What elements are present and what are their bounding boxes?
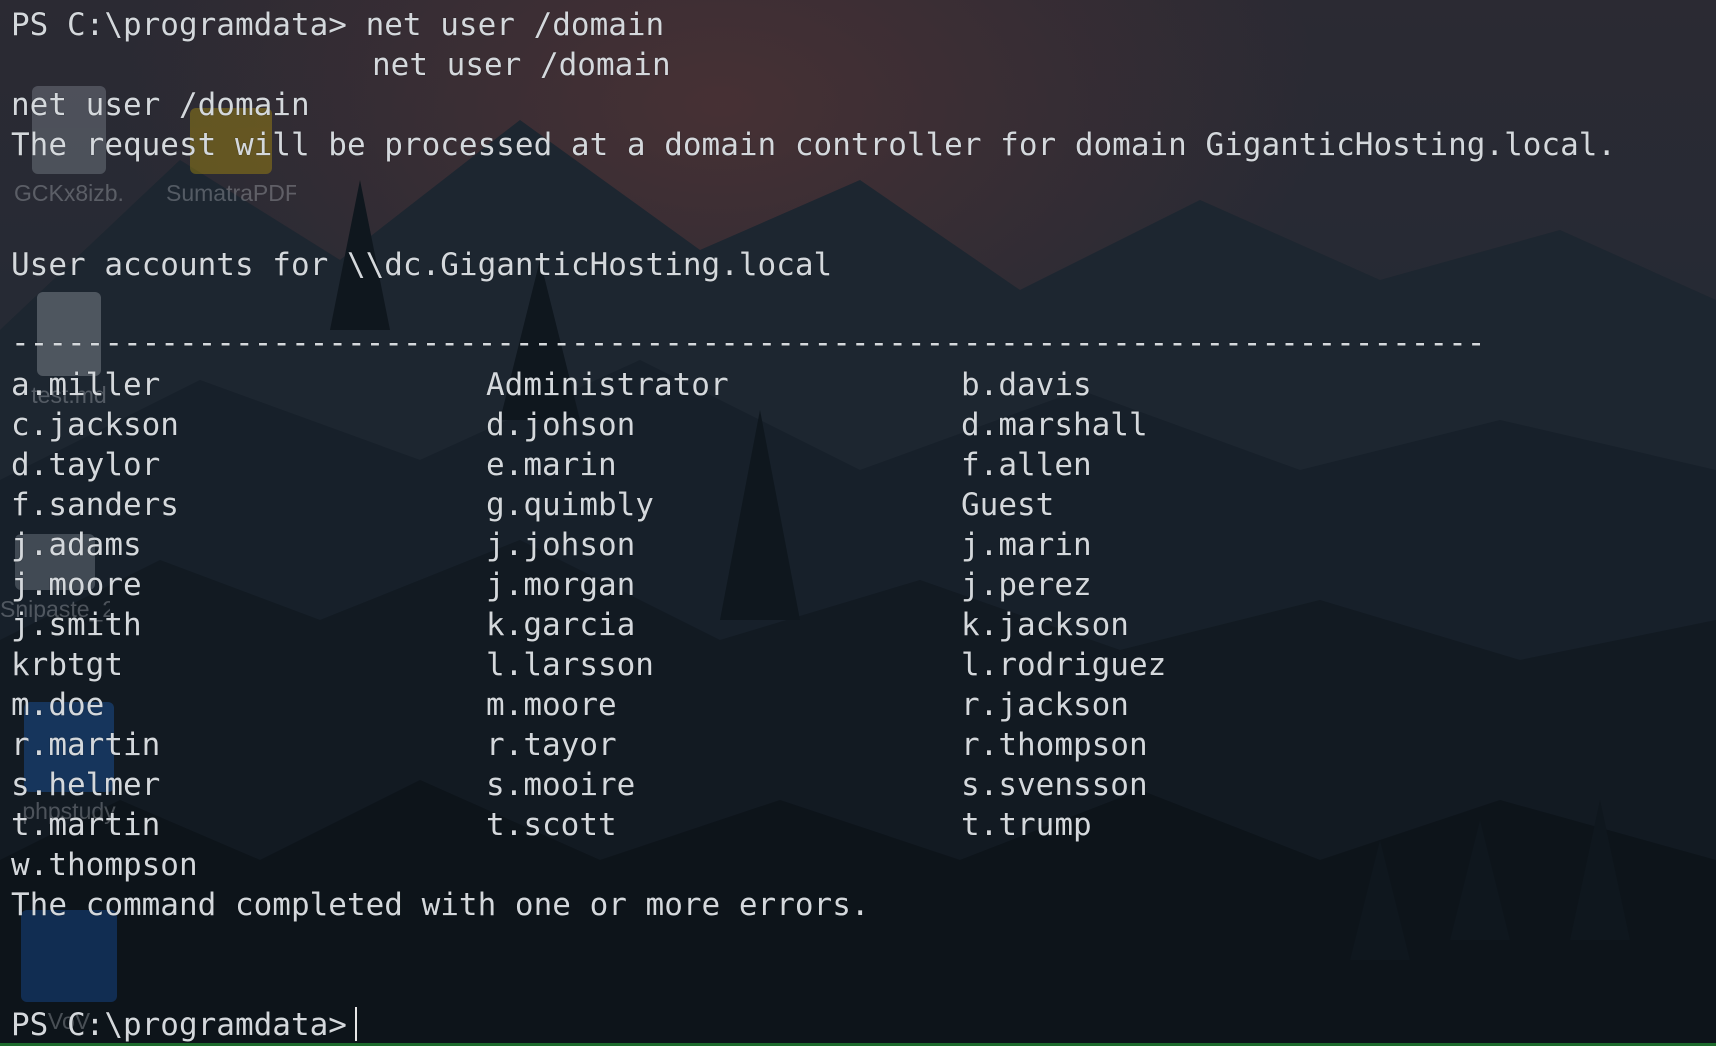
user-account-entry: f.allen — [961, 447, 1092, 483]
user-account-entry: g.quimbly — [486, 487, 654, 523]
user-account-entry: t.scott — [486, 807, 617, 843]
completion-line: The command completed with one or more e… — [11, 887, 870, 923]
echo-line: net user /domain — [11, 87, 310, 123]
user-account-entry: j.moore — [11, 567, 142, 603]
user-account-entry: m.doe — [11, 687, 105, 723]
user-account-entry: e.marin — [486, 447, 617, 483]
user-accounts-table: a.miller Administrator b.davis c.jackson d.j… — [11, 365, 1511, 895]
prompt-text: PS C:\programdata> — [11, 1007, 347, 1043]
user-account-entry: r.martin — [11, 727, 161, 763]
user-account-entry: w.thompson — [11, 847, 198, 883]
user-account-entry: k.garcia — [486, 607, 636, 643]
user-account-entry: krbtgt — [11, 647, 123, 683]
user-account-entry: Administrator — [486, 367, 729, 403]
request-info-line: The request will be processed at a domai… — [11, 127, 1617, 163]
user-account-entry: t.martin — [11, 807, 161, 843]
accounts-header: User accounts for \\dc.GiganticHosting.l… — [11, 247, 833, 283]
user-account-entry: f.sanders — [11, 487, 179, 523]
separator-line: ----------------------------------------… — [11, 325, 1486, 361]
user-account-entry: m.moore — [486, 687, 617, 723]
user-account-entry: c.jackson — [11, 407, 179, 443]
user-account-entry: j.perez — [961, 567, 1092, 603]
user-account-entry: d.johson — [486, 407, 636, 443]
user-account-entry: j.morgan — [486, 567, 636, 603]
user-account-entry: s.mooire — [486, 767, 636, 803]
user-account-entry: l.rodriguez — [961, 647, 1167, 683]
user-account-entry: j.johson — [486, 527, 636, 563]
user-account-entry: d.marshall — [961, 407, 1148, 443]
user-account-entry: b.davis — [961, 367, 1092, 403]
user-account-entry: s.svensson — [961, 767, 1148, 803]
user-account-entry: j.marin — [961, 527, 1092, 563]
user-account-entry: j.adams — [11, 527, 142, 563]
user-account-entry: r.thompson — [961, 727, 1148, 763]
prompt-line[interactable]: PS C:\programdata> — [11, 1005, 357, 1045]
terminal-output[interactable]: PS C:\programdata> net user /domain net … — [11, 0, 1711, 1046]
user-account-entry: j.smith — [11, 607, 142, 643]
user-account-entry: d.taylor — [11, 447, 161, 483]
user-account-entry: r.tayor — [486, 727, 617, 763]
command-line: PS C:\programdata> net user /domain — [11, 7, 665, 43]
text-cursor — [354, 1007, 357, 1041]
user-account-entry: Guest — [961, 487, 1055, 523]
user-account-entry: r.jackson — [961, 687, 1129, 723]
user-account-entry: a.miller — [11, 367, 161, 403]
user-account-entry: t.trump — [961, 807, 1092, 843]
user-account-entry: l.larsson — [486, 647, 654, 683]
user-account-entry: s.helmer — [11, 767, 161, 803]
user-account-entry: k.jackson — [961, 607, 1129, 643]
echo-line: net user /domain — [372, 47, 671, 83]
